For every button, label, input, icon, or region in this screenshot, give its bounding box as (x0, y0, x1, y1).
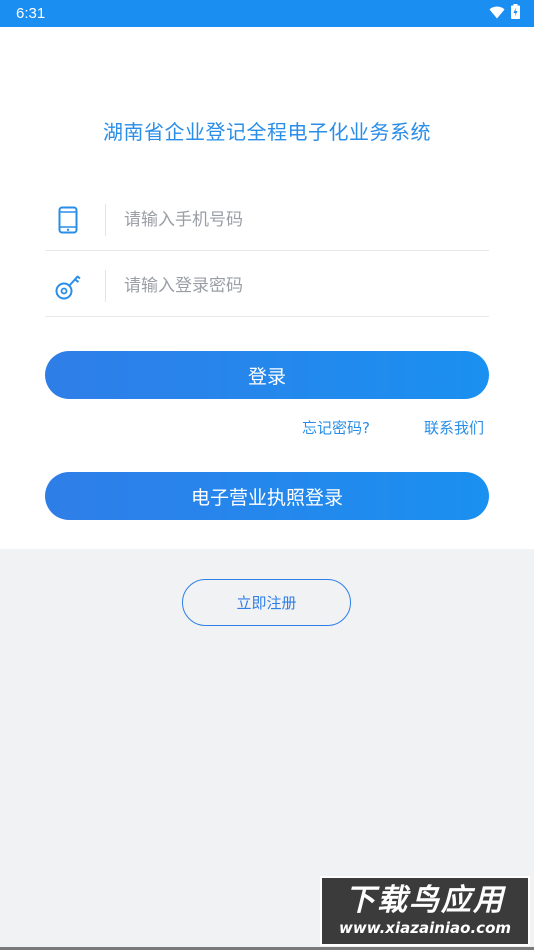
battery-charging-icon (511, 4, 520, 23)
watermark-logo: 下载鸟应用 www.xiazainiao.com (320, 876, 530, 946)
register-button[interactable]: 立即注册 (182, 579, 351, 626)
mobile-phone-icon (45, 206, 91, 234)
password-input[interactable] (106, 275, 489, 296)
license-login-button[interactable]: 电子营业执照登录 (45, 472, 489, 520)
wifi-icon (489, 4, 505, 23)
forgot-password-link[interactable]: 忘记密码? (302, 417, 370, 438)
status-time: 6:31 (16, 5, 46, 22)
key-icon (45, 271, 91, 301)
status-icons (489, 4, 520, 23)
phone-input[interactable] (106, 209, 489, 230)
contact-us-link[interactable]: 联系我们 (424, 417, 484, 438)
password-input-row (45, 255, 489, 317)
login-button[interactable]: 登录 (45, 351, 489, 399)
app-title: 湖南省企业登记全程电子化业务系统 (103, 120, 431, 144)
watermark-url: www.xiazainiao.com (338, 919, 512, 937)
watermark-title: 下载鸟应用 (345, 883, 505, 918)
phone-input-row (45, 189, 489, 251)
status-bar: 6:31 (0, 0, 534, 27)
